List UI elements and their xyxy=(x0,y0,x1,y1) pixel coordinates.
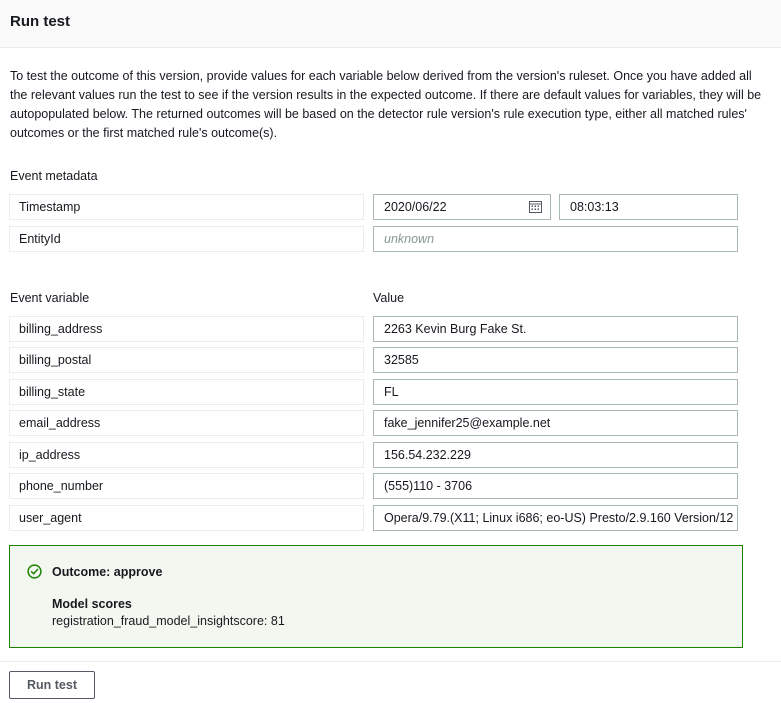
variable-label: billing_state xyxy=(9,379,364,405)
variable-value-input[interactable]: (555)110 - 3706 xyxy=(373,473,738,499)
variable-label: email_address xyxy=(9,410,364,436)
variable-label: billing_postal xyxy=(9,347,364,373)
check-circle-icon xyxy=(27,564,42,579)
variable-label: billing_address xyxy=(9,316,364,342)
entity-id-label: EntityId xyxy=(9,226,364,252)
timestamp-label: Timestamp xyxy=(9,194,364,220)
modal-footer: Run test xyxy=(0,661,781,703)
description-text: To test the outcome of this version, pro… xyxy=(10,69,762,140)
variable-label: user_agent xyxy=(9,505,364,531)
variable-value-input[interactable]: 156.54.232.229 xyxy=(373,442,738,468)
run-test-button[interactable]: Run test xyxy=(9,671,95,699)
value-header: Value xyxy=(373,291,405,305)
event-metadata-label: Event metadata xyxy=(10,169,98,183)
model-score-value: registration_fraud_model_insightscore: 8… xyxy=(52,614,285,628)
date-input-value: 2020/06/22 xyxy=(384,200,447,214)
entity-id-input[interactable]: unknown xyxy=(373,226,738,252)
variable-value-input[interactable]: FL xyxy=(373,379,738,405)
variable-value-input[interactable]: 2263 Kevin Burg Fake St. xyxy=(373,316,738,342)
variable-value-input[interactable]: Opera/9.79.(X11; Linux i686; eo-US) Pres… xyxy=(373,505,738,531)
event-variable-header: Event variable xyxy=(10,291,90,305)
page-title: Run test xyxy=(10,13,70,30)
date-input[interactable]: 2020/06/22 xyxy=(373,194,551,220)
calendar-icon[interactable] xyxy=(529,200,542,213)
outcome-title: Outcome: approve xyxy=(52,565,163,579)
time-input[interactable]: 08:03:13 xyxy=(559,194,738,220)
variable-value-input[interactable]: fake_jennifer25@example.net xyxy=(373,410,738,436)
model-scores-label: Model scores xyxy=(52,597,132,611)
variable-label: phone_number xyxy=(9,473,364,499)
variable-label: ip_address xyxy=(9,442,364,468)
outcome-panel: Outcome: approve Model scores registrati… xyxy=(9,545,743,648)
modal-header: Run test xyxy=(0,0,781,48)
variable-value-input[interactable]: 32585 xyxy=(373,347,738,373)
